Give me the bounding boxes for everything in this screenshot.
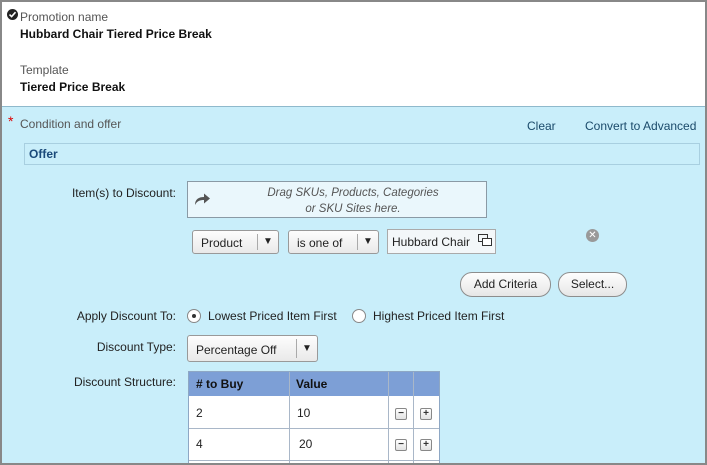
- criteria-operator-value: is one of: [297, 236, 343, 250]
- criteria-field-select[interactable]: Product ▼: [192, 230, 279, 254]
- plus-icon[interactable]: +: [420, 439, 432, 451]
- check-circle-icon: [7, 9, 18, 20]
- grid-divider: [413, 372, 414, 463]
- select-divider: [257, 234, 258, 250]
- offer-panel-header: Offer: [24, 143, 700, 165]
- offer-title: Offer: [29, 147, 58, 161]
- grid-divider: [189, 428, 439, 429]
- discount-type-value: Percentage Off: [196, 343, 277, 357]
- criteria-field-value: Product: [201, 236, 243, 250]
- drop-zone[interactable]: Drag SKUs, Products, Categories or SKU S…: [187, 181, 487, 218]
- drop-zone-text: Drag SKUs, Products, Categories or SKU S…: [228, 185, 478, 217]
- select-divider: [357, 234, 358, 250]
- select-button[interactable]: Select...: [558, 272, 627, 297]
- column-header-value: Value: [296, 377, 328, 391]
- promotion-header: Promotion name Hubbard Chair Tiered Pric…: [2, 2, 705, 106]
- window-icon[interactable]: [478, 234, 492, 249]
- promotion-name-value: Hubbard Chair Tiered Price Break: [20, 27, 212, 41]
- discount-structure-label: Discount Structure:: [73, 375, 176, 389]
- minus-icon[interactable]: −: [395, 439, 407, 451]
- radio-lowest-label[interactable]: Lowest Priced Item First: [208, 309, 337, 323]
- criteria-operator-select[interactable]: is one of ▼: [288, 230, 379, 254]
- chevron-down-icon: ▼: [363, 236, 373, 247]
- template-label: Template: [20, 63, 69, 77]
- remove-circle-icon[interactable]: ✕: [586, 229, 599, 242]
- select-divider: [296, 339, 297, 358]
- required-mark: *: [8, 113, 14, 129]
- criteria-value-text: Hubbard Chair: [392, 235, 471, 249]
- discount-type-label: Discount Type:: [96, 340, 176, 354]
- apply-discount-label: Apply Discount To:: [76, 309, 176, 323]
- discount-type-select[interactable]: Percentage Off ▼: [187, 335, 318, 362]
- clear-link[interactable]: Clear: [527, 119, 556, 133]
- chevron-down-icon: ▼: [302, 343, 312, 354]
- column-header-to-buy: # to Buy: [196, 377, 244, 391]
- condition-offer-section: * Condition and offer Clear Convert to A…: [2, 106, 705, 463]
- grid-divider: [289, 372, 290, 463]
- promotion-name-label: Promotion name: [20, 10, 109, 24]
- criteria-value-chip[interactable]: Hubbard Chair: [387, 229, 496, 254]
- radio-lowest[interactable]: [187, 309, 201, 323]
- chevron-down-icon: ▼: [263, 236, 273, 247]
- convert-advanced-link[interactable]: Convert to Advanced: [585, 119, 696, 133]
- discount-structure-grid: # to Buy Value 2 10 − + 4 20 − +: [188, 371, 440, 463]
- drop-zone-line2: or SKU Sites here.: [305, 203, 401, 215]
- radio-highest-label[interactable]: Highest Priced Item First: [373, 309, 504, 323]
- grid-header: # to Buy Value: [189, 372, 439, 396]
- drop-zone-line1: Drag SKUs, Products, Categories: [267, 187, 439, 199]
- row-value[interactable]: 10: [297, 406, 310, 420]
- row-to-buy[interactable]: 4: [196, 437, 203, 451]
- radio-highest[interactable]: [352, 309, 366, 323]
- plus-icon[interactable]: +: [420, 408, 432, 420]
- items-to-discount-label: Item(s) to Discount:: [71, 186, 176, 200]
- share-arrow-icon: [193, 192, 211, 209]
- minus-icon[interactable]: −: [395, 408, 407, 420]
- promotion-editor: Promotion name Hubbard Chair Tiered Pric…: [0, 0, 707, 465]
- grid-divider: [189, 460, 439, 461]
- row-to-buy[interactable]: 2: [196, 406, 203, 420]
- template-value: Tiered Price Break: [20, 80, 126, 94]
- add-criteria-button[interactable]: Add Criteria: [460, 272, 551, 297]
- grid-divider: [388, 372, 389, 463]
- condition-title: Condition and offer: [20, 117, 122, 131]
- row-value[interactable]: 20: [299, 437, 312, 451]
